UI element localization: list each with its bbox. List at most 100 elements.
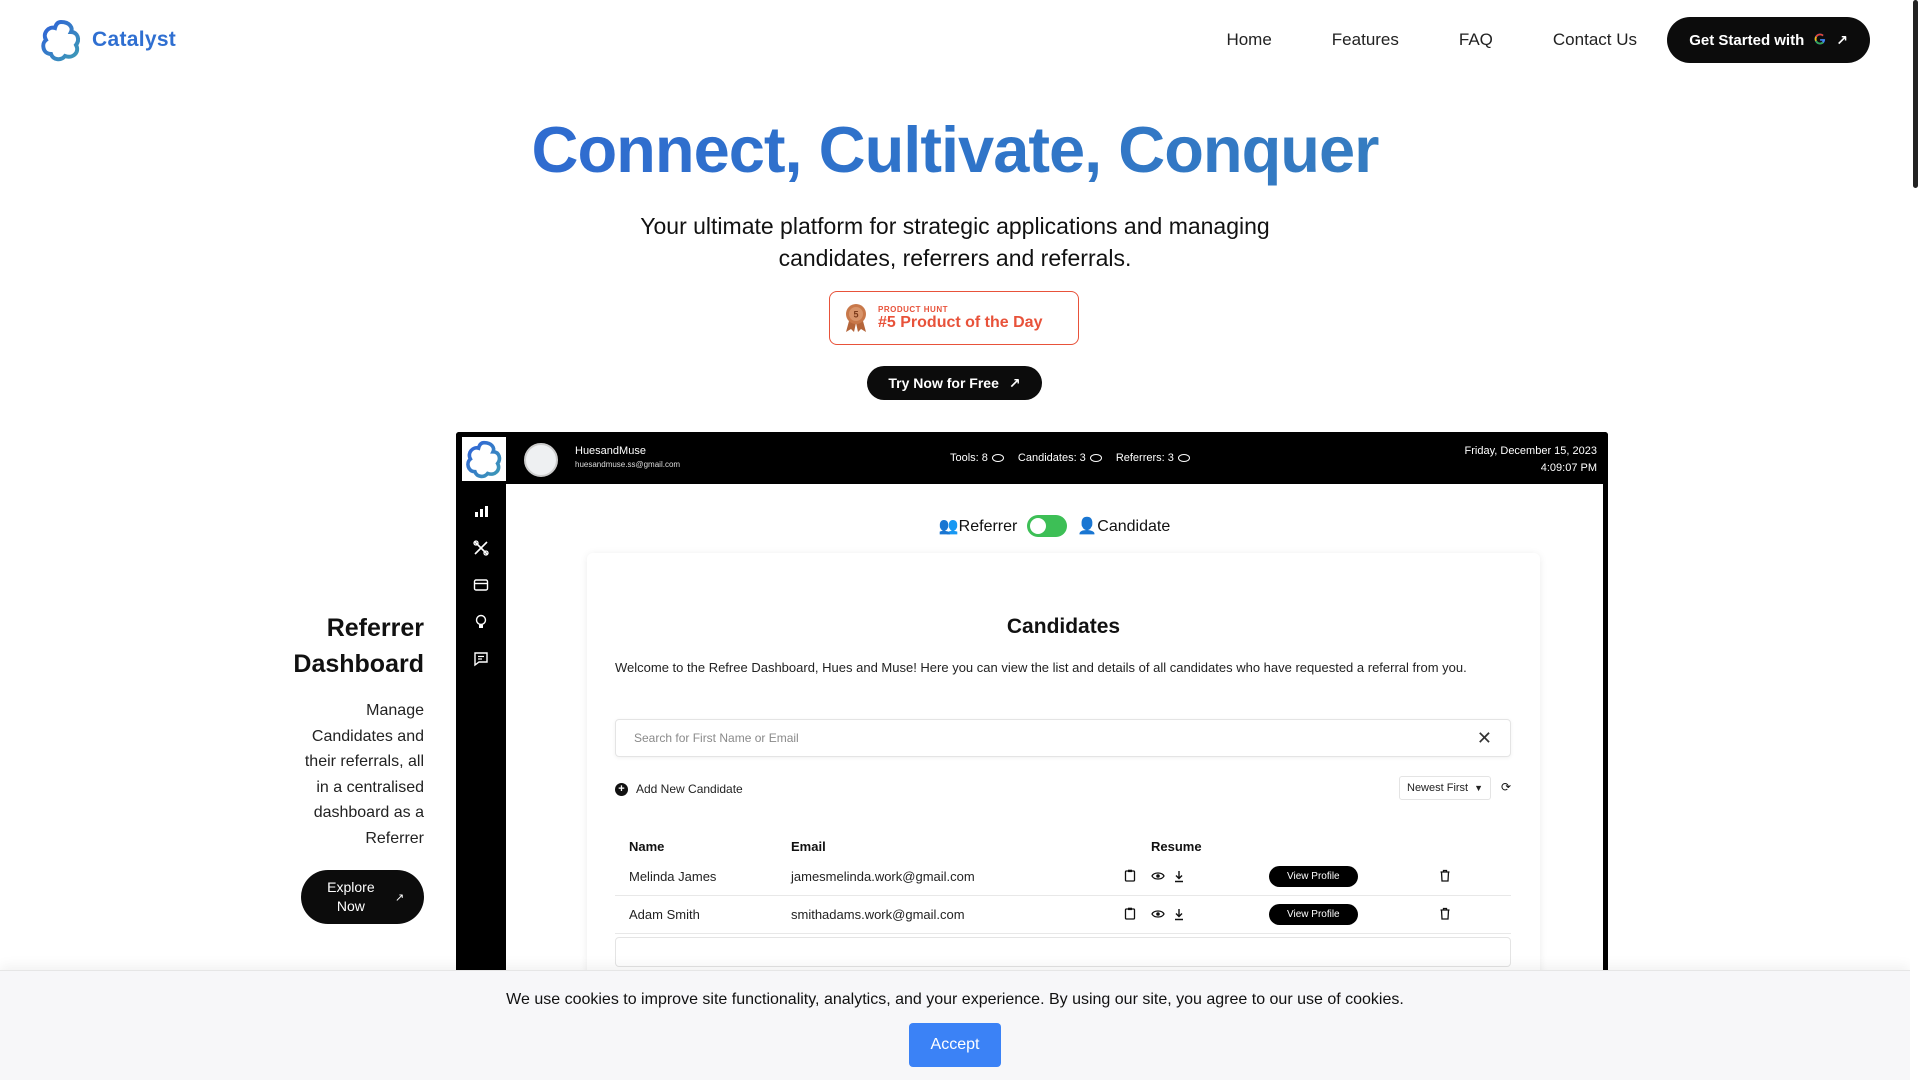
scrollbar[interactable]: [1910, 0, 1920, 1080]
view-profile-button[interactable]: View Profile: [1269, 904, 1358, 925]
dashboard-sidebar: [456, 484, 506, 992]
user-email: huesandmuse.ss@gmail.com: [575, 460, 681, 469]
add-candidate-button[interactable]: + Add New Candidate: [615, 782, 743, 796]
download-icon[interactable]: [1173, 908, 1187, 922]
avatar[interactable]: [524, 443, 558, 477]
clipboard-icon[interactable]: [1123, 907, 1137, 921]
dashboard-preview: HuesandMuse huesandmuse.ss@gmail.com Too…: [456, 432, 1608, 992]
close-icon[interactable]: ✕: [1477, 728, 1492, 749]
cookie-banner: We use cookies to improve site functiona…: [0, 970, 1910, 1080]
referrer-icon: 👥: [938, 518, 959, 535]
dashboard-user: HuesandMuse huesandmuse.ss@gmail.com: [575, 445, 680, 469]
bar-chart-icon[interactable]: [473, 503, 489, 519]
google-icon: [1814, 32, 1826, 48]
candidate-search: ✕: [615, 719, 1511, 757]
explore-now-button[interactable]: Explore Now ↗: [301, 870, 424, 924]
coin-icon: [991, 454, 1004, 462]
cookie-text: We use cookies to improve site functiona…: [506, 991, 1404, 1008]
dashboard-datetime: Friday, December 15, 2023 4:09:07 PM: [1465, 443, 1597, 477]
partial-action-button[interactable]: [615, 937, 1511, 967]
nav-link-home[interactable]: Home: [1226, 30, 1271, 50]
nav-link-features[interactable]: Features: [1332, 30, 1399, 50]
download-icon[interactable]: [1173, 870, 1187, 884]
stat-tools: Tools: 8: [950, 452, 1004, 464]
candidates-title: Candidates: [1006, 615, 1121, 638]
candidate-icon: 👤: [1077, 518, 1098, 535]
table-row: Melinda James jamesmelinda.work@gmail.co…: [615, 858, 1511, 896]
dashboard-stats: Tools: 8 Candidates: 3 Referrers: 3: [950, 452, 1190, 464]
sort-label: Newest First: [1407, 782, 1469, 794]
toggle-right-group: 👤Candidate: [1077, 516, 1170, 536]
catalyst-logo-icon: [466, 440, 502, 479]
lightbulb-icon[interactable]: [473, 614, 489, 630]
eye-icon[interactable]: [1151, 908, 1165, 922]
plus-circle-icon: +: [615, 782, 628, 796]
get-started-button[interactable]: Get Started with ↗: [1667, 17, 1870, 63]
try-now-button[interactable]: Try Now for Free ↗: [867, 366, 1042, 400]
catalyst-logo-icon: [41, 19, 81, 62]
stat-candidates: Candidates: 3: [1018, 452, 1102, 464]
trash-icon[interactable]: [1439, 869, 1453, 883]
add-candidate-label: Add New Candidate: [636, 782, 743, 796]
refresh-icon[interactable]: ⟳: [1501, 780, 1511, 794]
nav-link-contact[interactable]: Contact Us: [1553, 30, 1637, 50]
hero-subtitle: Your ultimate platform for strategic app…: [0, 210, 1910, 274]
role-toggle[interactable]: [1027, 515, 1068, 537]
clipboard-icon[interactable]: [1123, 869, 1137, 883]
eye-icon[interactable]: [1151, 870, 1165, 884]
message-icon[interactable]: [473, 651, 489, 667]
coin-icon: [1089, 454, 1102, 462]
nav-link-faq[interactable]: FAQ: [1459, 30, 1493, 50]
top-nav: Catalyst Home Features FAQ Contact Us Ge…: [0, 0, 1920, 80]
feature-title: Referrer Dashboard: [293, 614, 424, 678]
producthunt-text: PRODUCT HUNT #5 Product of the Day: [878, 305, 1042, 332]
role-toggle-row: 👥Referrer 👤Candidate: [506, 515, 1603, 537]
dashboard-logo[interactable]: [462, 437, 506, 481]
dashboard-topbar: HuesandMuse huesandmuse.ss@gmail.com Too…: [456, 432, 1608, 484]
stat-referrers: Referrers: 3: [1116, 452, 1190, 464]
tools-icon[interactable]: [473, 540, 489, 556]
time-label: 4:09:07 PM: [1540, 462, 1597, 474]
medal-icon: 5: [844, 303, 868, 333]
candidates-description: Welcome to the Refree Dashboard, Hues an…: [615, 660, 1467, 675]
row-email: jamesmelinda.work@gmail.com: [791, 869, 975, 884]
producthunt-rank: #5 Product of the Day: [878, 313, 1043, 331]
toggle-referrer-label: Referrer: [958, 518, 1018, 535]
stat-candidates-label: Candidates: 3: [1017, 452, 1086, 464]
brand-logo[interactable]: Catalyst: [40, 18, 176, 62]
col-email: Email: [791, 838, 826, 854]
search-input[interactable]: [634, 731, 1477, 745]
candidates-table: Name Email Resume Melinda James jamesmel…: [615, 834, 1511, 934]
row-name: Adam Smith: [629, 907, 700, 922]
toggle-left-group: 👥Referrer: [939, 516, 1018, 536]
hero-title: Connect, Cultivate, Conquer: [0, 112, 1910, 187]
scrollbar-thumb[interactable]: [1913, 0, 1918, 188]
explore-now-label: Explore Now: [327, 879, 375, 914]
trash-icon[interactable]: [1439, 907, 1453, 921]
accept-cookies-button[interactable]: Accept: [909, 1023, 1001, 1067]
row-name: Melinda James: [629, 869, 717, 884]
table-row: Adam Smith smithadams.work@gmail.com Vie…: [615, 896, 1511, 934]
producthunt-badge[interactable]: 5 PRODUCT HUNT #5 Product of the Day: [829, 291, 1079, 345]
view-profile-button[interactable]: View Profile: [1269, 866, 1358, 887]
dashboard-main: 👥Referrer 👤Candidate Candidates Welcome …: [506, 484, 1603, 992]
sort-select[interactable]: Newest First ▼: [1399, 776, 1491, 800]
arrow-up-right-icon: ↗: [1836, 31, 1848, 48]
hero-subtitle-line1: Your ultimate platform for strategic app…: [640, 213, 1270, 239]
nav-links: Home Features FAQ Contact Us: [1226, 0, 1637, 80]
card-icon[interactable]: [473, 577, 489, 593]
chevron-down-icon: ▼: [1474, 783, 1483, 793]
stat-tools-label: Tools: 8: [950, 452, 988, 464]
arrow-up-right-icon: ↗: [394, 891, 405, 904]
user-name: HuesandMuse: [575, 445, 646, 457]
candidates-card: Candidates Welcome to the Refree Dashboa…: [587, 553, 1540, 992]
date-label: Friday, December 15, 2023: [1464, 445, 1597, 457]
feature-description: Manage Candidates and their referrals, a…: [304, 702, 424, 847]
col-name: Name: [629, 838, 665, 854]
toggle-candidate-label: Candidate: [1097, 518, 1171, 535]
coin-icon: [1177, 454, 1190, 462]
hero-subtitle-line2: candidates, referrers and referrals.: [778, 245, 1132, 271]
col-resume: Resume: [1151, 838, 1202, 854]
row-email: smithadams.work@gmail.com: [791, 907, 965, 922]
table-header: Name Email Resume: [615, 834, 1511, 858]
